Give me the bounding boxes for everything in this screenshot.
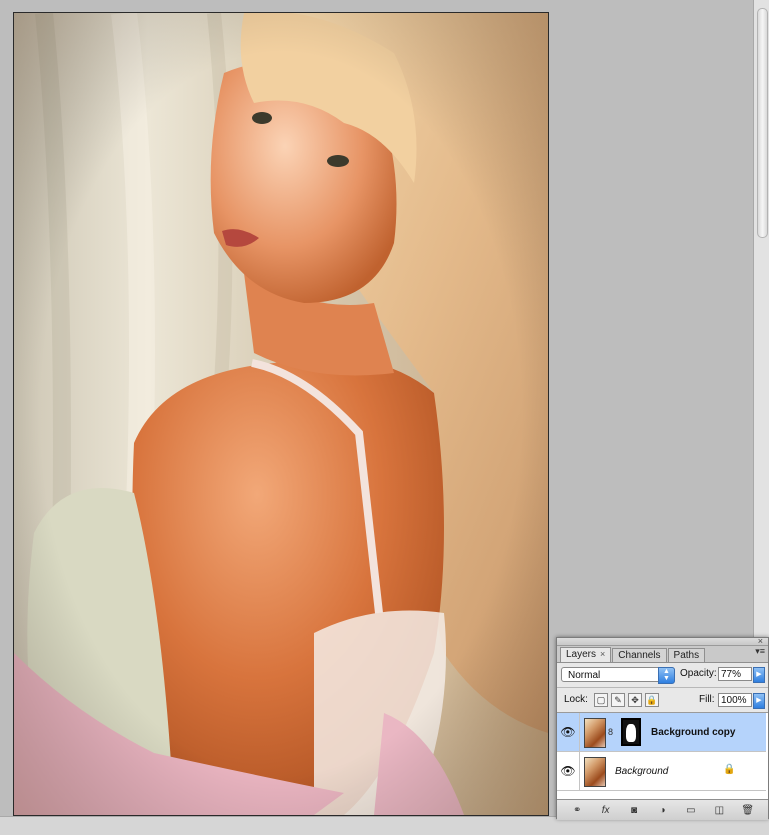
tab-paths-label: Paths [673,650,700,661]
link-icon[interactable]: ⚭ [568,805,586,816]
new-layer-icon[interactable]: ◫ [710,805,728,816]
layer-name[interactable]: Background copy [651,727,735,738]
fill-slider-arrow[interactable]: ▶ [753,693,765,709]
opacity-slider-arrow[interactable]: ▶ [753,667,765,683]
adjustment-icon[interactable]: ◑ [653,805,671,816]
lock-row: Lock: ▢ ✎ ✥ 🔒 Fill: 100% ▶ [557,688,768,713]
lock-transparent-icon[interactable]: ▢ [594,693,608,707]
lock-all-icon[interactable]: 🔒 [645,693,659,707]
group-icon[interactable]: ▭ [682,805,700,816]
tab-close-icon[interactable]: × [600,649,605,659]
blend-mode-select[interactable]: Normal ▲ ▼ [561,667,675,684]
layer-row-background-copy[interactable]: 👁 8 Background copy [557,713,766,752]
opacity-label: Opacity: [680,668,717,679]
opacity-input[interactable]: 77% [718,667,752,681]
visibility-eye-icon[interactable]: 👁 [557,752,580,790]
lock-label: Lock: [564,694,588,705]
trash-icon[interactable]: 🗑 [739,805,757,816]
layer-mask-thumbnail[interactable] [621,718,641,746]
panel-close-icon[interactable]: × [758,636,763,646]
panel-menu-icon[interactable]: ▾≡ [755,647,765,656]
tab-layers-label: Layers [566,649,597,660]
mask-link-icon[interactable]: 8 [608,727,613,737]
fx-icon[interactable]: fx [597,805,615,816]
panel-footer: ⚭ fx ◙ ◑ ▭ ◫ 🗑 [557,799,768,820]
document-canvas[interactable] [13,12,549,816]
blend-row: Normal ▲ ▼ Opacity: 77% ▶ [557,663,768,688]
select-arrows-icon: ▲ ▼ [658,667,675,684]
fill-input[interactable]: 100% [718,693,752,707]
lock-position-icon[interactable]: ✥ [628,693,642,707]
layer-row-background[interactable]: 👁 Background 🔒 [557,752,766,791]
layers-panel: × Layers × Channels Paths ▾≡ Normal ▲ ▼ Op… [556,636,769,820]
photo-image [14,13,548,815]
blend-mode-value: Normal [568,670,601,681]
panel-titlebar[interactable]: × [557,636,768,646]
layer-lock-icon: 🔒 [723,764,736,775]
layers-list: 👁 8 Background copy 👁 Background 🔒 [557,713,768,799]
tab-layers[interactable]: Layers × [560,647,612,662]
lock-image-icon[interactable]: ✎ [611,693,625,707]
layer-name[interactable]: Background [615,766,668,777]
visibility-eye-icon[interactable]: 👁 [557,713,580,751]
tab-channels[interactable]: Channels [612,648,667,662]
layer-thumbnail [584,718,606,748]
mask-icon[interactable]: ◙ [625,805,643,816]
panel-tabs: Layers × Channels Paths ▾≡ [557,646,768,663]
scrollbar-thumb[interactable] [757,8,768,238]
tab-paths[interactable]: Paths [667,648,706,662]
tab-channels-label: Channels [618,650,661,661]
fill-label: Fill: [699,694,715,705]
layer-thumbnail [584,757,606,787]
